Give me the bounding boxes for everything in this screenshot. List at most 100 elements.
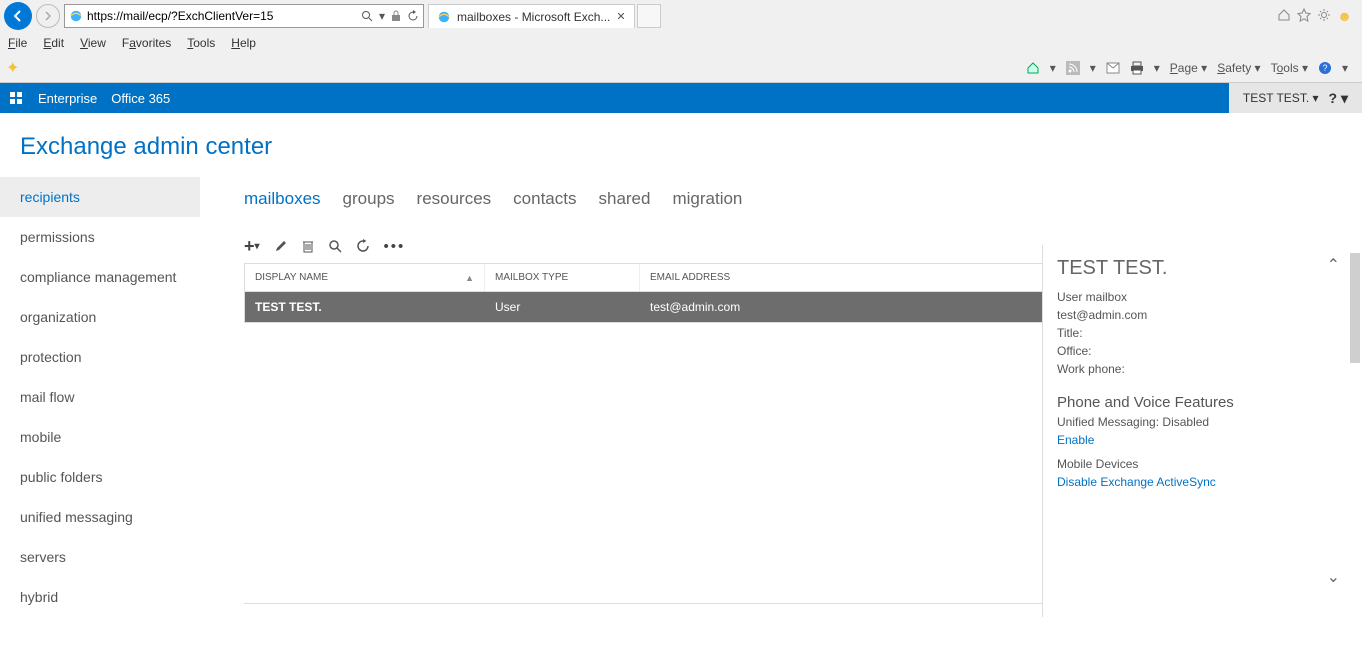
more-button[interactable]: ••• [384,238,406,255]
tabs: mailboxes groups resources contacts shar… [244,177,1042,229]
home-icon[interactable] [1277,8,1291,22]
star-icon[interactable] [1297,8,1311,22]
nav-servers[interactable]: servers [0,537,200,577]
details-pane: ⌃ TEST TEST. User mailbox test@admin.com… [1042,245,1362,617]
refresh-icon[interactable] [407,10,419,22]
col-display-name[interactable]: DISPLAY NAME ▲ [245,264,485,291]
caret-icon[interactable]: ▾ [1090,61,1096,75]
mailbox-email: test@admin.com [1057,308,1348,322]
mailbox-kind: User mailbox [1057,290,1348,304]
mail-icon[interactable] [1106,62,1120,74]
user-menu[interactable]: TEST TEST. ▾ [1243,91,1319,105]
menu-file[interactable]: File [8,36,27,50]
enable-um-link[interactable]: Enable [1057,433,1094,447]
tab-shared[interactable]: shared [598,189,650,209]
refresh-button[interactable] [356,239,370,253]
svg-text:?: ? [1322,63,1327,73]
col-mailbox-type[interactable]: MAILBOX TYPE [485,264,640,291]
command-bar: ▾ ▾ ▾ Page ▾ Safety ▾ Tools ▾ ? ▾ [1026,61,1356,75]
delete-button[interactable] [302,239,314,253]
nav-public-folders[interactable]: public folders [0,457,200,497]
table-row[interactable]: TEST TEST. User test@admin.com [245,292,1042,322]
forward-button[interactable] [36,4,60,28]
menu-tools[interactable]: Tools [187,36,215,50]
help-icon[interactable]: ? [1318,61,1332,75]
search-icon [328,239,342,253]
left-nav: recipients permissions compliance manage… [0,177,200,617]
lock-icon [391,10,401,22]
cell-email: test@admin.com [640,292,1042,322]
nav-recipients[interactable]: recipients [0,177,200,217]
gear-icon[interactable] [1317,8,1331,22]
brand-office365[interactable]: Office 365 [111,91,170,106]
col-email-address[interactable]: EMAIL ADDRESS [640,264,1042,291]
nav-hybrid[interactable]: hybrid [0,577,200,617]
nav-mail-flow[interactable]: mail flow [0,377,200,417]
menu-favorites[interactable]: Favorites [122,36,171,50]
nav-protection[interactable]: protection [0,337,200,377]
menu-edit[interactable]: Edit [43,36,64,50]
menu-help[interactable]: Help [231,36,256,50]
office-logo-icon[interactable] [8,90,24,106]
sort-asc-icon: ▲ [465,273,474,283]
tab-groups[interactable]: groups [343,189,395,209]
print-icon[interactable] [1130,61,1144,75]
home-icon[interactable] [1026,61,1040,75]
tab-contacts[interactable]: contacts [513,189,576,209]
tab-migration[interactable]: migration [672,189,742,209]
nav-unified-messaging[interactable]: unified messaging [0,497,200,537]
caret-icon[interactable]: ▾ [1154,61,1160,75]
grid-footer [244,603,1042,609]
page-title: Exchange admin center [0,113,1362,177]
browser-chrome: ▾ mailboxes - Microsoft Exch... ✕ ☻ File… [0,0,1362,83]
scroll-down-icon[interactable]: ⌄ [1327,567,1340,587]
new-button[interactable]: +▾ [244,236,260,257]
cmd-tools[interactable]: Tools ▾ [1271,61,1308,75]
favorites-star-icon[interactable]: ✦ [6,58,19,78]
smiley-icon[interactable]: ☻ [1337,8,1352,24]
ie-icon [437,10,451,24]
caret-icon[interactable]: ▾ [1050,61,1056,75]
browser-tab[interactable]: mailboxes - Microsoft Exch... ✕ [428,4,635,28]
scrollbar[interactable] [1350,253,1360,363]
help-menu[interactable]: ? ▾ [1329,90,1348,107]
toolbar: +▾ ••• [244,229,1042,263]
edit-button[interactable] [274,239,288,253]
cell-name: TEST TEST. [245,292,485,322]
scroll-up-icon[interactable]: ⌃ [1327,255,1340,275]
menu-bar: File Edit View Favorites Tools Help [0,32,1362,54]
brand-enterprise[interactable]: Enterprise [38,91,97,106]
refresh-icon [356,239,370,253]
new-tab-button[interactable] [637,4,661,28]
close-tab-icon[interactable]: ✕ [616,10,625,23]
nav-organization[interactable]: organization [0,297,200,337]
back-button[interactable] [4,2,32,30]
tab-resources[interactable]: resources [417,189,492,209]
caret-icon[interactable]: ▾ [1342,61,1348,75]
search-icon[interactable] [361,10,373,22]
nav-compliance[interactable]: compliance management [0,257,200,297]
pencil-icon [274,239,288,253]
details-title: TEST TEST. [1057,257,1348,280]
cmd-safety[interactable]: Safety ▾ [1217,61,1260,75]
work-phone-label: Work phone: [1057,362,1348,376]
tab-title: mailboxes - Microsoft Exch... [457,10,610,24]
office-label: Office: [1057,344,1348,358]
o365-header: Enterprise Office 365 TEST TEST. ▾ ? ▾ [0,83,1362,113]
arrow-right-icon [42,10,54,22]
cmd-page[interactable]: Page ▾ [1170,61,1207,75]
search-button[interactable] [328,239,342,253]
mobile-devices-label: Mobile Devices [1057,457,1348,471]
feeds-icon[interactable] [1066,61,1080,75]
url-input[interactable] [87,9,357,23]
address-bar[interactable]: ▾ [64,4,424,28]
nav-permissions[interactable]: permissions [0,217,200,257]
dropdown-caret-icon[interactable]: ▾ [379,9,385,23]
disable-activesync-link[interactable]: Disable Exchange ActiveSync [1057,475,1216,489]
arrow-left-icon [10,8,26,24]
nav-mobile[interactable]: mobile [0,417,200,457]
menu-view[interactable]: View [80,36,106,50]
tab-mailboxes[interactable]: mailboxes [244,189,321,209]
cell-type: User [485,292,640,322]
trash-icon [302,239,314,253]
